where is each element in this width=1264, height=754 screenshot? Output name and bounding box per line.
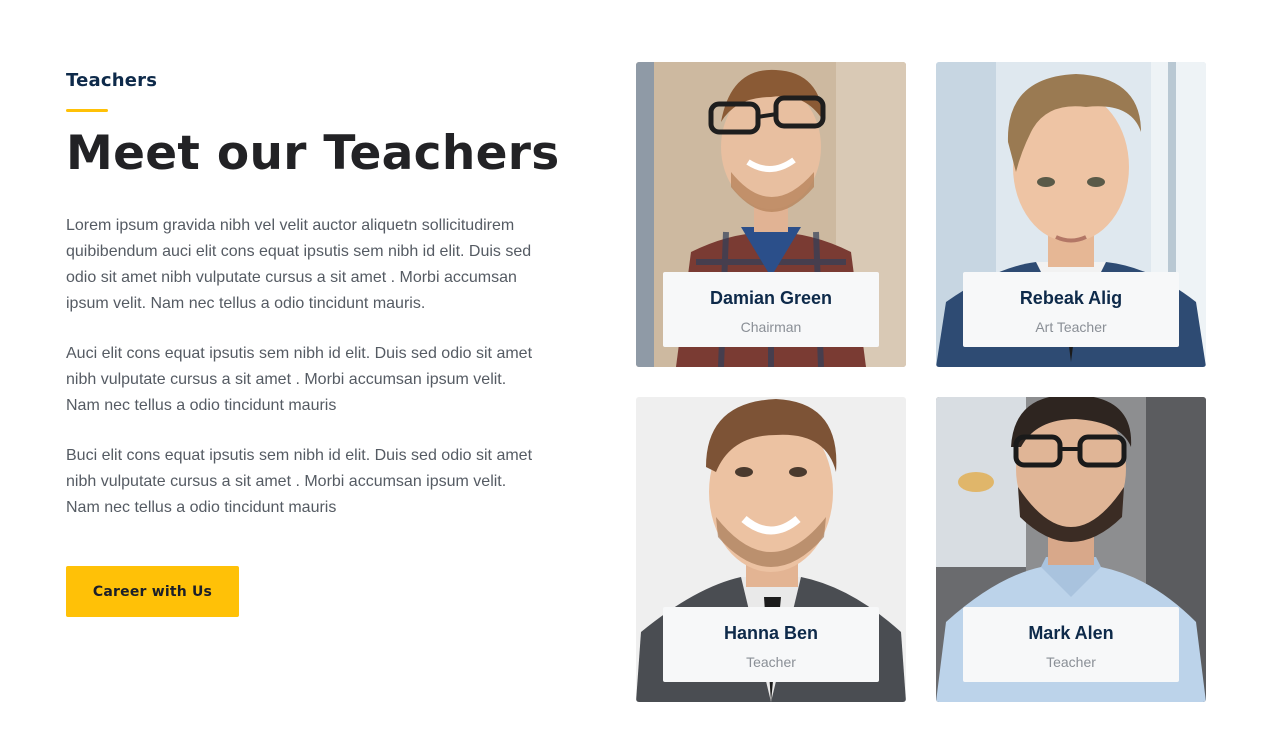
intro-paragraph-3: Buci elit cons equat ipsutis sem nibh id… (66, 447, 533, 516)
teacher-role: Chairman (740, 319, 802, 335)
teacher-name[interactable]: Hanna Ben (663, 623, 879, 644)
teacher-info: Mark Alen Teacher (963, 607, 1179, 682)
eyebrow-underline (66, 109, 108, 112)
intro-paragraph-2: Auci elit cons equat ipsutis sem nibh id… (66, 345, 533, 414)
teacher-card[interactable]: Hanna Ben Teacher (636, 397, 906, 702)
teacher-card[interactable]: Damian Green Chairman (636, 62, 906, 367)
teacher-name[interactable]: Rebeak Alig (963, 288, 1179, 309)
intro-paragraph-1: Lorem ipsum gravida nibh vel velit aucto… (66, 217, 532, 312)
teacher-role: Teacher (746, 654, 796, 670)
page-title: Meet our Teachers (66, 126, 560, 181)
teacher-card[interactable]: Mark Alen Teacher (936, 397, 1206, 702)
teacher-role: Teacher (1046, 654, 1096, 670)
section-eyebrow: Teachers (66, 70, 158, 91)
teacher-info: Rebeak Alig Art Teacher (963, 272, 1179, 347)
teacher-card[interactable]: Rebeak Alig Art Teacher (936, 62, 1206, 367)
teacher-name[interactable]: Mark Alen (963, 623, 1179, 644)
teacher-name[interactable]: Damian Green (663, 288, 879, 309)
career-button[interactable]: Career with Us (66, 566, 239, 617)
teacher-role: Art Teacher (1035, 319, 1107, 335)
teacher-info: Damian Green Chairman (663, 272, 879, 347)
teacher-info: Hanna Ben Teacher (663, 607, 879, 682)
